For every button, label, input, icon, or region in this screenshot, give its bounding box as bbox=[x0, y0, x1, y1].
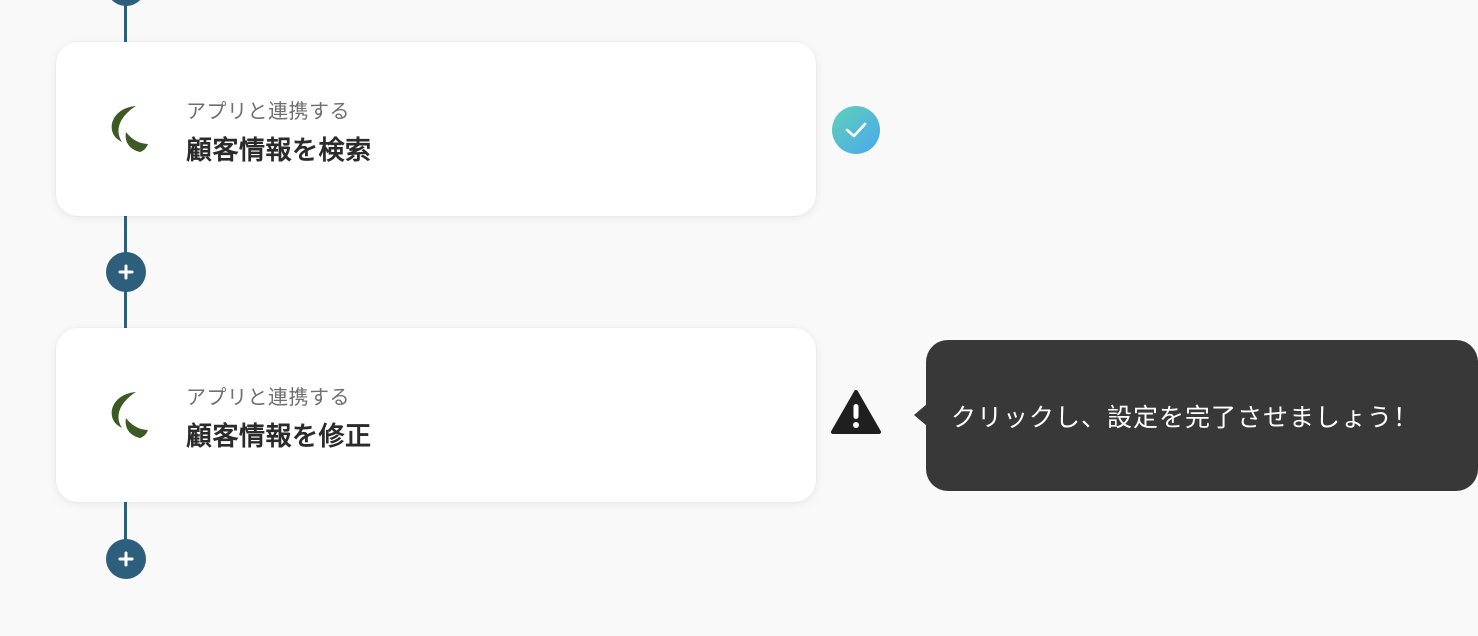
app-logo-icon bbox=[111, 106, 148, 152]
add-step-button[interactable] bbox=[106, 0, 146, 6]
step-title: 顧客情報を検索 bbox=[186, 136, 372, 166]
step-title: 顧客情報を修正 bbox=[186, 422, 372, 452]
flow-connector-line bbox=[124, 0, 127, 42]
warning-icon bbox=[831, 390, 881, 434]
setup-hint-tooltip: クリックし、設定を完了させましょう！ bbox=[926, 340, 1478, 491]
plus-icon bbox=[118, 551, 134, 567]
flow-step-card[interactable]: アプリと連携する 顧客情報を修正 bbox=[56, 328, 816, 502]
step-complete-badge bbox=[832, 106, 880, 154]
add-step-button[interactable] bbox=[106, 252, 146, 292]
app-logo-icon bbox=[111, 392, 148, 438]
flow-step-card[interactable]: アプリと連携する 顧客情報を検索 bbox=[56, 42, 816, 216]
step-caption: アプリと連携する bbox=[186, 99, 350, 123]
tooltip-text: クリックし、設定を完了させましょう！ bbox=[951, 402, 1420, 432]
step-caption: アプリと連携する bbox=[186, 385, 350, 409]
check-icon bbox=[845, 122, 867, 138]
add-step-button[interactable] bbox=[106, 539, 146, 579]
plus-icon bbox=[118, 264, 134, 280]
